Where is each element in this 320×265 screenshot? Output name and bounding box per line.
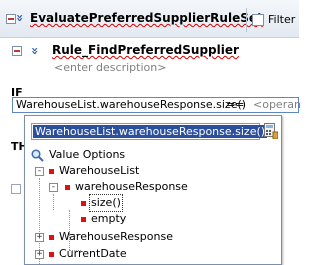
field-node-icon xyxy=(49,252,54,257)
ruleset-header: ›› EvaluatePreferredSupplierRuleSet Filt… xyxy=(0,0,299,38)
collapse-action-button[interactable] xyxy=(11,184,21,194)
field-node-icon xyxy=(81,201,86,206)
condition-expression[interactable]: WarehouseList.warehouseResponse.size() =… xyxy=(12,97,301,113)
condition-operator[interactable]: == xyxy=(226,98,244,112)
tree-item-warehouseresponse-type[interactable]: + WarehouseResponse xyxy=(25,229,225,245)
tree-item-label: WarehouseList xyxy=(59,164,140,177)
tree-item-warehouseresponse[interactable]: - warehouseResponse xyxy=(25,179,225,195)
condition-right-operand[interactable]: <operan xyxy=(253,98,301,112)
expand-rule-chevron-icon[interactable]: ›› xyxy=(28,47,42,53)
field-node-icon xyxy=(49,169,54,174)
value-options-popup: WarehouseList.warehouseResponse.size() V… xyxy=(24,115,282,265)
tree-item-warehouselist[interactable]: - WarehouseList xyxy=(25,163,225,179)
field-node-icon xyxy=(81,217,86,222)
expand-toggle-icon[interactable]: + xyxy=(35,233,44,242)
separator xyxy=(246,8,247,32)
rule-panel: ›› Rule_FindPreferredSupplier <enter des… xyxy=(4,38,299,82)
tree-item-size[interactable]: size() xyxy=(25,194,225,212)
collapse-toggle-icon[interactable]: - xyxy=(49,183,58,192)
expression-input-value: WarehouseList.warehouseResponse.size() xyxy=(33,125,268,138)
collapse-rule-button[interactable] xyxy=(12,46,22,56)
tree-item-label: CurrentDate xyxy=(59,247,127,260)
calculator-icon[interactable] xyxy=(264,123,278,139)
search-icon xyxy=(31,149,44,162)
tree-item-currentdate[interactable]: + CurrentDate xyxy=(25,246,225,262)
tree-item-label-selected: size() xyxy=(89,194,123,212)
tree-root-label: Value Options xyxy=(49,148,126,161)
collapse-toggle-icon[interactable]: - xyxy=(35,167,44,176)
ruleset-title[interactable]: EvaluatePreferredSupplierRuleSet xyxy=(30,11,263,25)
expression-input[interactable]: WarehouseList.warehouseResponse.size() xyxy=(31,123,268,140)
tree-item-label: WarehouseResponse xyxy=(59,230,173,243)
condition-left-operand[interactable]: WarehouseList.warehouseResponse.size() xyxy=(16,98,246,111)
field-node-icon xyxy=(49,235,54,240)
field-node-icon xyxy=(65,185,70,190)
rule-title[interactable]: Rule_FindPreferredSupplier xyxy=(52,43,239,57)
tree-item-label: empty xyxy=(91,212,127,225)
filter-checkbox[interactable] xyxy=(252,14,264,26)
rule-description[interactable]: <enter description> xyxy=(54,61,166,74)
expand-toggle-icon[interactable]: + xyxy=(35,250,44,259)
expand-chevron-icon[interactable]: ›› xyxy=(13,14,27,20)
tree-item-label: warehouseResponse xyxy=(75,180,188,193)
filter-label: Filter xyxy=(268,13,296,26)
tree-item-empty[interactable]: empty xyxy=(25,211,225,227)
